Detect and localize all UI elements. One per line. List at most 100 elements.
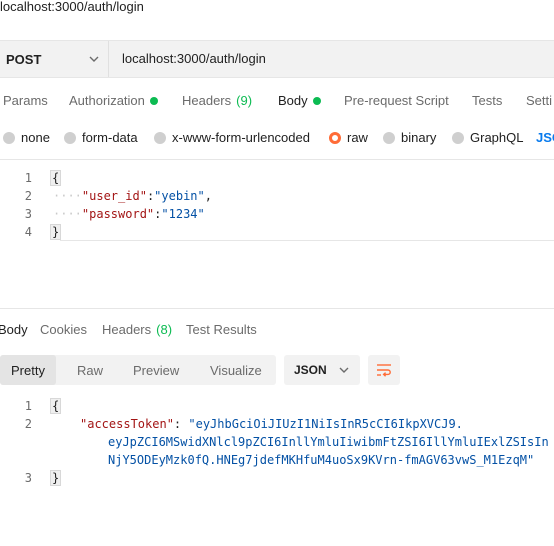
open-brace: { <box>50 170 62 186</box>
radio-circle-checked <box>329 131 341 144</box>
code-line-wrapped: NjY5ODEyMzk0fQ.HNEg7jdefMKHfuM4uoSx9KVrn… <box>0 451 554 469</box>
radio-circle <box>383 131 395 144</box>
url-bar: POST localhost:3000/auth/login <box>0 40 554 78</box>
json-key: "accessToken" <box>80 417 174 431</box>
tab-label: Headers <box>182 93 232 108</box>
view-preview[interactable]: Preview <box>133 355 179 385</box>
code-line-wrapped: eyJpZCI6MSwidXNlcl9pZCI6InllYmluIiwibmFt… <box>0 433 554 451</box>
radio-label: x-www-form-urlencoded <box>172 130 310 145</box>
json-value: "yebin" <box>154 189 205 203</box>
active-dot <box>312 96 321 105</box>
tab-headers[interactable]: Headers (9) <box>182 93 252 108</box>
radio-binary[interactable]: binary <box>383 130 436 145</box>
wrap-lines-icon <box>377 364 391 377</box>
line-number: 2 <box>24 189 32 203</box>
editor-bottom-border <box>60 240 554 241</box>
json-key: "user_id" <box>81 189 147 203</box>
tab-label: Pre-request Script <box>344 93 449 108</box>
tab-count: (9) <box>236 93 253 108</box>
request-body-editor[interactable]: 1 { 2 ····"user_id":"yebin", 3 ····"pass… <box>0 168 554 240</box>
line-number: 3 <box>24 471 32 485</box>
response-format-select[interactable]: JSON <box>284 355 360 385</box>
tab-settings[interactable]: Setti <box>526 93 552 108</box>
code-line: 2 ····"user_id":"yebin", <box>0 187 554 205</box>
format-label: JSON <box>294 363 327 377</box>
tab-label: Authorization <box>69 93 145 108</box>
line-number: 4 <box>24 225 32 239</box>
indent-dots: ···· <box>53 207 82 221</box>
radio-circle <box>64 131 76 144</box>
radio-graphql[interactable]: GraphQL <box>452 130 523 145</box>
method-label: POST <box>6 51 42 67</box>
chevron-down-icon <box>339 367 349 373</box>
tab-label: Tests <box>472 93 503 108</box>
view-label: Preview <box>133 362 180 378</box>
tab-response-body[interactable]: Body <box>0 322 28 337</box>
json-key: "password" <box>81 207 155 221</box>
tab-authorization[interactable]: Authorization <box>69 93 158 108</box>
radio-x-www-form-urlencoded[interactable]: x-www-form-urlencoded <box>154 130 310 145</box>
request-tabs: Params Authorization Headers (9) Body Pre… <box>0 93 554 115</box>
view-visualize[interactable]: Visualize <box>210 355 262 385</box>
url-input[interactable]: localhost:3000/auth/login <box>122 51 266 66</box>
radio-form-data[interactable]: form-data <box>64 130 138 145</box>
raw-format-select[interactable]: JSO <box>536 130 554 145</box>
active-dot <box>149 96 158 105</box>
tab-label: Test Results <box>186 322 257 337</box>
radio-circle <box>452 131 464 144</box>
view-mode-toggle: Pretty Raw Preview Visualize <box>0 355 276 385</box>
code-line: 3 ····"password":"1234" <box>0 205 554 223</box>
response-tabs: Body Cookies Headers (8) Test Results <box>0 322 554 342</box>
code-line: 4 } <box>0 223 554 241</box>
tab-count: (8) <box>156 322 173 337</box>
tab-label: Cookies <box>40 322 87 337</box>
tab-test-results[interactable]: Test Results <box>186 322 257 337</box>
tab-label: Body <box>278 93 308 108</box>
tab-body[interactable]: Body <box>278 93 321 108</box>
view-pretty[interactable]: Pretty <box>0 355 56 385</box>
radio-circle <box>3 131 15 144</box>
tab-pre-request-script[interactable]: Pre-request Script <box>344 93 449 108</box>
pane-divider[interactable] <box>0 308 554 309</box>
radio-label: GraphQL <box>470 130 524 145</box>
chevron-down-icon <box>89 56 99 62</box>
tab-tests[interactable]: Tests <box>472 93 502 108</box>
view-label: Pretty <box>11 362 45 378</box>
tab-cookies[interactable]: Cookies <box>40 322 87 337</box>
divider <box>0 159 554 160</box>
radio-none[interactable]: none <box>3 130 50 145</box>
json-value-wrapped: eyJpZCI6MSwidXNlcl9pZCI6InllYmluIiwibmFt… <box>108 435 549 449</box>
tab-response-headers[interactable]: Headers (8) <box>102 322 172 337</box>
line-number: 3 <box>24 207 32 221</box>
radio-label: binary <box>401 130 437 145</box>
line-number: 1 <box>24 399 32 413</box>
radio-circle <box>154 131 166 144</box>
tab-label: Body <box>0 322 28 337</box>
close-brace: } <box>50 224 62 240</box>
json-value-wrapped: NjY5ODEyMzk0fQ.HNEg7jdefMKHfuM4uoSx9KVrn… <box>108 453 535 467</box>
radio-label: form-data <box>82 130 138 145</box>
json-value: "1234" <box>161 207 205 221</box>
line-number: 2 <box>24 417 32 431</box>
view-label: Visualize <box>210 362 262 378</box>
json-value: "eyJhbGciOiJIUzI1NiIsInR5cCI6IkpXVCJ9. <box>188 417 463 431</box>
open-brace: { <box>50 398 62 414</box>
tab-label: Params <box>3 93 48 108</box>
close-brace: } <box>50 470 62 486</box>
code-line: 1 { <box>0 397 554 415</box>
tab-label: Setti <box>526 93 553 108</box>
radio-raw[interactable]: raw <box>329 130 368 145</box>
response-body-viewer: 1 { 2 "accessToken": "eyJhbGciOiJIUzI1Ni… <box>0 397 554 489</box>
wrap-lines-button[interactable] <box>368 355 400 385</box>
line-number: 1 <box>24 171 32 185</box>
tab-params[interactable]: Params <box>3 93 48 108</box>
method-select[interactable]: POST <box>0 41 109 77</box>
view-raw[interactable]: Raw <box>77 355 103 385</box>
view-label: Raw <box>77 362 104 378</box>
tab-label: Headers <box>102 322 152 337</box>
json-comma: , <box>204 189 212 203</box>
request-title: localhost:3000/auth/login <box>0 0 144 14</box>
radio-label: raw <box>347 130 368 145</box>
code-line: 2 "accessToken": "eyJhbGciOiJIUzI1NiIsIn… <box>0 415 554 433</box>
body-type-radios: none form-data x-www-form-urlencoded raw… <box>0 130 554 148</box>
